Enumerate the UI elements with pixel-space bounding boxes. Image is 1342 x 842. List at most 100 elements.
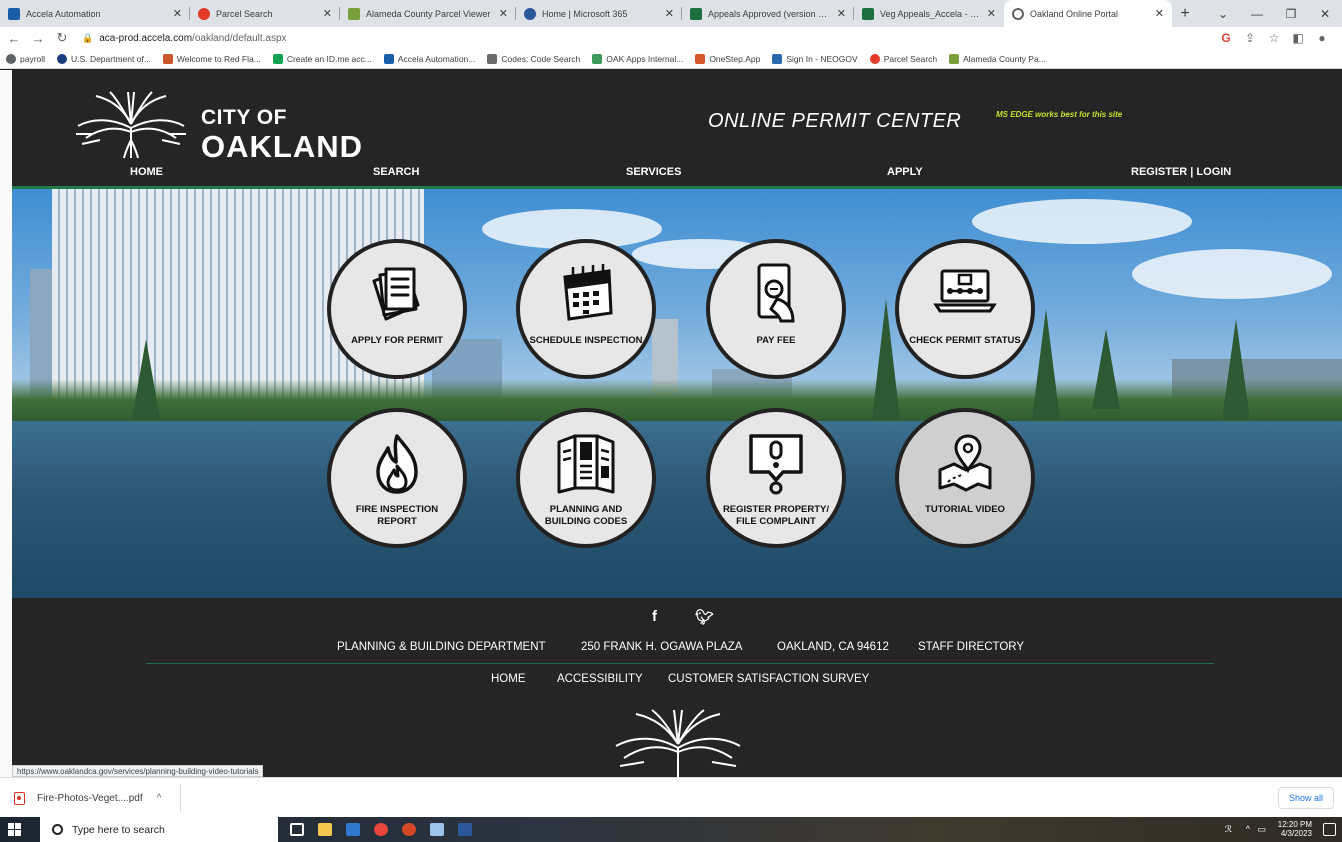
- map-pin-icon: [938, 434, 992, 492]
- forward-icon[interactable]: →: [28, 31, 48, 46]
- bookmark-codes-search[interactable]: Codes: Code Search: [487, 53, 580, 64]
- browser-tab-strip: Accela Automation ✕ Parcel Search ✕ Alam…: [0, 0, 1342, 27]
- powerpoint-icon[interactable]: [402, 823, 416, 836]
- footer-link-survey[interactable]: CUSTOMER SATISFACTION SURVEY: [668, 673, 869, 685]
- footer-staff-directory[interactable]: STAFF DIRECTORY: [918, 641, 1024, 653]
- bookmark-onestep[interactable]: OneStep.App: [695, 53, 760, 64]
- register-property-file-complaint-button[interactable]: REGISTER PROPERTY/ FILE COMPLAINT: [706, 408, 846, 548]
- cloud: [1132, 249, 1332, 299]
- seal-icon: [57, 53, 68, 64]
- task-view-icon[interactable]: [290, 823, 304, 836]
- snipping-tool-icon[interactable]: [430, 823, 444, 836]
- restore-icon[interactable]: ❐: [1274, 0, 1308, 27]
- status-bar-url: https://www.oaklandca.gov/services/plann…: [12, 765, 264, 777]
- facebook-icon[interactable]: f: [652, 608, 657, 625]
- reload-icon[interactable]: ↻: [52, 30, 72, 46]
- neogov-icon: [772, 53, 783, 64]
- outlook-icon[interactable]: [346, 823, 360, 836]
- taskbar-search-input[interactable]: Type here to search: [40, 817, 278, 842]
- tab-search-icon[interactable]: ⌄: [1206, 0, 1240, 27]
- download-item[interactable]: Fire-Photos-Veget....pdf ^: [14, 784, 161, 812]
- tab-parcel-search[interactable]: Parcel Search ✕: [190, 0, 340, 27]
- tab-appeals-approved[interactable]: Appeals Approved (version 2) ( ✕: [682, 0, 854, 27]
- close-icon[interactable]: ✕: [987, 7, 996, 20]
- bookmark-id-me[interactable]: Create an ID.me acc...: [272, 53, 372, 64]
- file-explorer-icon[interactable]: [318, 823, 332, 836]
- accela-icon: [383, 53, 394, 64]
- parcel-viewer-icon: [348, 7, 360, 20]
- tab-accela-automation[interactable]: Accela Automation ✕: [0, 0, 190, 27]
- nav-apply[interactable]: APPLY: [887, 166, 923, 178]
- tree: [1092, 329, 1120, 409]
- chevron-up-icon[interactable]: ^: [1246, 824, 1250, 834]
- fire-inspection-report-button[interactable]: FIRE INSPECTION REPORT: [327, 408, 467, 548]
- bookmark-parcel-search[interactable]: Parcel Search: [869, 53, 937, 64]
- nav-home[interactable]: HOME: [130, 166, 163, 178]
- bookmark-accela-automation[interactable]: Accela Automation...: [383, 53, 475, 64]
- profile-icon[interactable]: ●: [1310, 31, 1334, 45]
- download-divider: [180, 784, 181, 812]
- url-input[interactable]: 🔒 aca-prod.accela.com/oakland/default.as…: [82, 29, 1214, 47]
- bookmark-star-icon[interactable]: ☆: [1262, 31, 1286, 45]
- tree: [1032, 309, 1060, 419]
- people-icon[interactable]: ℛ: [1225, 824, 1232, 835]
- calendar-icon: [563, 264, 613, 321]
- chevron-up-icon[interactable]: ^: [157, 793, 162, 804]
- oakland-tree-logo[interactable]: [72, 88, 190, 160]
- nav-services[interactable]: SERVICES: [626, 166, 681, 178]
- close-window-icon[interactable]: ✕: [1308, 0, 1342, 27]
- brochure-icon: [557, 434, 615, 494]
- minimize-icon[interactable]: —: [1240, 0, 1274, 27]
- tab-veg-appeals[interactable]: Veg Appeals_Accela - Copy.xlsx ✕: [854, 0, 1004, 27]
- tab-oakland-online-portal[interactable]: Oakland Online Portal ✕: [1004, 0, 1172, 27]
- microphone-icon[interactable]: [260, 822, 268, 836]
- bookmark-payroll[interactable]: payroll: [6, 53, 45, 64]
- bookmark-alameda-county[interactable]: Alameda County Pa...: [949, 53, 1046, 64]
- bookmark-red-flag[interactable]: Welcome to Red Fla...: [162, 53, 261, 64]
- bookmark-us-department[interactable]: U.S. Department of...: [57, 53, 151, 64]
- close-icon[interactable]: ✕: [837, 7, 846, 20]
- pay-fee-button[interactable]: PAY FEE: [706, 239, 846, 379]
- apply-for-permit-button[interactable]: APPLY FOR PERMIT: [327, 239, 467, 379]
- footer-link-home[interactable]: HOME: [491, 673, 526, 685]
- close-icon[interactable]: ✕: [323, 7, 332, 20]
- tutorial-video-button[interactable]: TUTORIAL VIDEO: [895, 408, 1035, 548]
- close-icon[interactable]: ✕: [499, 7, 508, 20]
- payment-icon: [757, 263, 795, 323]
- fire-icon: [376, 434, 418, 494]
- tile-label: PAY FEE: [756, 335, 796, 346]
- close-icon[interactable]: ✕: [1155, 7, 1164, 20]
- show-all-button[interactable]: Show all: [1277, 787, 1334, 809]
- google-icon[interactable]: G: [1214, 31, 1238, 45]
- laptop-icon: [933, 269, 997, 313]
- twitter-icon[interactable]: 🐦︎: [695, 608, 714, 626]
- globe-icon: [6, 53, 16, 64]
- bookmark-oak-apps[interactable]: OAK Apps Internal...: [592, 53, 683, 64]
- notification-icon[interactable]: [1323, 823, 1336, 836]
- bookmarks-bar: payroll U.S. Department of... Welcome to…: [0, 49, 1342, 69]
- globe-icon: [1012, 7, 1024, 20]
- nav-search[interactable]: SEARCH: [373, 166, 419, 178]
- footer-department[interactable]: PLANNING & BUILDING DEPARTMENT: [337, 641, 546, 653]
- parcel-search-icon: [198, 7, 210, 20]
- check-permit-status-button[interactable]: CHECK PERMIT STATUS: [895, 239, 1035, 379]
- clock[interactable]: 12:20 PM 4/3/2023: [1278, 820, 1312, 838]
- new-tab-button[interactable]: +: [1172, 0, 1198, 27]
- network-icon[interactable]: ▭: [1257, 824, 1266, 835]
- share-icon[interactable]: ⇪: [1238, 31, 1262, 45]
- tab-alameda-parcel-viewer[interactable]: Alameda County Parcel Viewer ✕: [340, 0, 516, 27]
- side-panel-icon[interactable]: ◧: [1286, 31, 1310, 45]
- schedule-inspection-button[interactable]: SCHEDULE INSPECTION: [516, 239, 656, 379]
- windows-start-icon[interactable]: [8, 823, 21, 836]
- planning-building-codes-button[interactable]: PLANNING AND BUILDING CODES: [516, 408, 656, 548]
- lock-icon[interactable]: 🔒: [82, 33, 93, 44]
- footer-link-accessibility[interactable]: ACCESSIBILITY: [557, 673, 643, 685]
- back-icon[interactable]: ←: [4, 31, 24, 46]
- chrome-icon[interactable]: [374, 823, 388, 836]
- word-icon[interactable]: [458, 823, 472, 836]
- close-icon[interactable]: ✕: [665, 7, 674, 20]
- close-icon[interactable]: ✕: [173, 7, 182, 20]
- bookmark-neogov[interactable]: Sign In - NEOGOV: [772, 53, 858, 64]
- nav-register-login[interactable]: REGISTER | LOGIN: [1131, 166, 1231, 178]
- tab-microsoft-365[interactable]: Home | Microsoft 365 ✕: [516, 0, 682, 27]
